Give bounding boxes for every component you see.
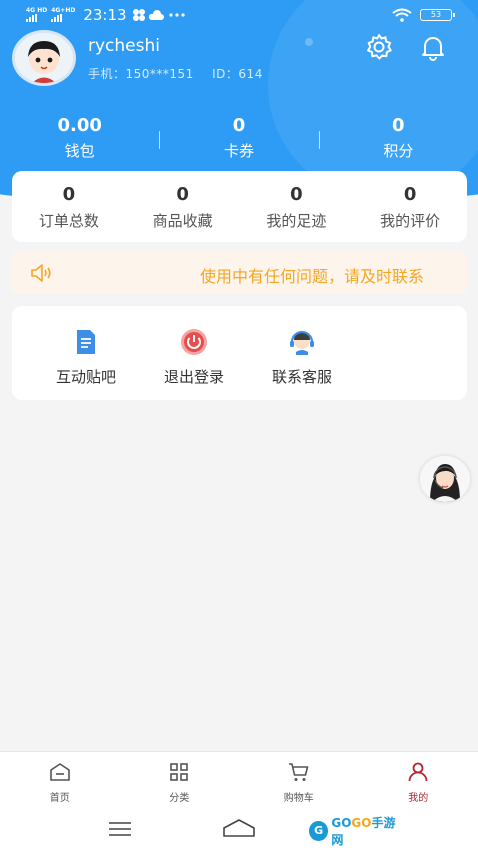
watermark-logo: G GOGO手游网: [309, 816, 405, 847]
status-time: 23:13: [83, 6, 127, 24]
favorites[interactable]: 0 商品收藏: [126, 171, 240, 242]
settings-icon[interactable]: [364, 32, 394, 62]
user-icon: [408, 762, 428, 782]
speaker-icon: [31, 264, 51, 282]
more-dots-icon: [168, 13, 185, 17]
user-phone: 手机：150***151: [88, 67, 194, 81]
tab-mine[interactable]: 我的: [359, 752, 478, 804]
user-id: ID：614: [212, 67, 263, 81]
account-stats: 0.00 钱包 0 卡券 0 积分: [0, 115, 478, 161]
stat-points[interactable]: 0 积分: [318, 115, 478, 161]
stat-wallet[interactable]: 0.00 钱包: [0, 115, 159, 161]
order-total[interactable]: 0 订单总数: [12, 171, 126, 242]
tab-home[interactable]: 首页: [0, 752, 120, 804]
footprints[interactable]: 0 我的足迹: [240, 171, 354, 242]
tab-cart[interactable]: 购物车: [239, 752, 359, 804]
system-nav-bar: G GOGO手游网: [0, 804, 478, 850]
document-icon: [77, 330, 95, 354]
bottom-tab-bar: 首页 分类 购物车 我的: [0, 751, 478, 804]
home-icon: [49, 763, 70, 781]
grid-icon: [170, 763, 189, 781]
bell-icon[interactable]: [418, 32, 448, 62]
user-info: 手机：150***151 ID：614: [88, 65, 277, 82]
battery-icon: 53: [420, 9, 455, 21]
logout-button[interactable]: 退出登录: [140, 306, 248, 400]
signal-icon: 4G+HD: [51, 8, 75, 22]
tab-category[interactable]: 分类: [120, 752, 240, 804]
floating-service-button[interactable]: [420, 456, 470, 502]
power-icon: [181, 329, 207, 355]
wifi-icon: [392, 8, 412, 22]
username: rycheshi: [88, 36, 160, 56]
orders-card: 0 订单总数 0 商品收藏 0 我的足迹 0 我的评价: [12, 171, 467, 242]
home-nav-icon[interactable]: [222, 818, 256, 838]
profile-page: { "status_bar": { "time": "23:13", "sign…: [0, 0, 478, 850]
signal-icon: 4G HD: [26, 8, 47, 22]
watermark-icon: G: [309, 821, 329, 841]
avatar[interactable]: [12, 30, 76, 86]
my-reviews[interactable]: 0 我的评价: [353, 171, 467, 242]
tools-card: 互动贴吧 退出登录 联系客服: [12, 306, 467, 400]
notice-text: 使用中有任何问题，请及时联系: [200, 267, 425, 286]
forum-button[interactable]: 互动贴吧: [32, 306, 140, 400]
menu-icon[interactable]: [108, 822, 132, 836]
notice-bar[interactable]: 使用中有任何问题，请及时联系: [12, 252, 467, 294]
customer-service-button[interactable]: 联系客服: [248, 306, 356, 400]
stat-coupons[interactable]: 0 卡券: [159, 115, 318, 161]
weather-icon: [132, 9, 164, 21]
cart-icon: [288, 763, 309, 781]
headset-icon: [290, 330, 314, 355]
status-bar: 4G HD 4G+HD 23:13 53: [0, 0, 478, 32]
